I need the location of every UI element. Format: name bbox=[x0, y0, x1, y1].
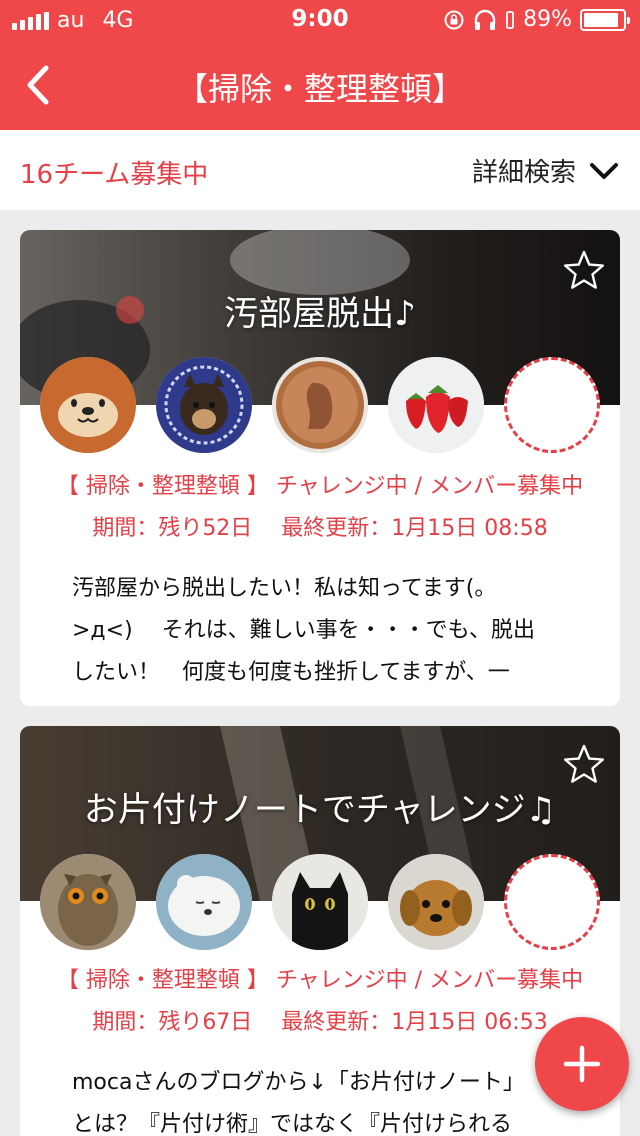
chevron-down-icon bbox=[590, 162, 618, 179]
description-line: >д<) それは、難しい事を・・・でも、脱出 bbox=[72, 618, 535, 643]
black-cat-avatar-image bbox=[272, 854, 368, 950]
plus-icon bbox=[563, 1045, 601, 1083]
description-line: 汚部屋から脱出したい！私は知ってます(。 bbox=[72, 576, 497, 601]
battery-icon bbox=[580, 8, 630, 31]
navigation-bar: 【掃除・整理整頓】 bbox=[0, 40, 640, 130]
card-title: お片付けノートでチャレンジ♫ bbox=[83, 790, 557, 830]
filter-bar: 16チーム募集中 詳細検索 bbox=[0, 130, 640, 210]
battery-charging-indicator-icon bbox=[506, 10, 514, 29]
team-count-label: 16チーム募集中 bbox=[20, 160, 209, 190]
puppy-plush-avatar-image bbox=[388, 854, 484, 950]
member-avatar-penny[interactable] bbox=[272, 357, 368, 453]
shiba-dog-avatar-image bbox=[156, 357, 252, 453]
rotation-lock-icon bbox=[444, 10, 464, 29]
card-category: 【 掃除・整理整頓 】 bbox=[56, 474, 269, 499]
member-avatars bbox=[20, 357, 620, 453]
star-outline-icon bbox=[564, 744, 604, 783]
member-avatar-black-cat[interactable] bbox=[272, 854, 368, 950]
member-avatar-polar-bear[interactable] bbox=[156, 854, 252, 950]
detail-search-button[interactable]: 詳細検索 bbox=[472, 152, 620, 189]
card-period: 期間：残り67日 最終更新：1月15日 06:53 bbox=[92, 1010, 548, 1035]
owl-avatar-image bbox=[40, 854, 136, 950]
description-line: mocaさんのブログから↓「お片付けノート」 bbox=[72, 1070, 525, 1095]
status-bar-right: 89% bbox=[443, 7, 630, 32]
polar-bear-plush-avatar-image bbox=[156, 854, 252, 950]
card-category-status: 【 掃除・整理整頓 】 チャレンジ中 / メンバー募集中 bbox=[20, 962, 620, 994]
card-description: mocaさんのブログから↓「お片付けノート」 とは？『片付け術』ではなく『片付け… bbox=[20, 1062, 577, 1136]
strawberries-avatar-image bbox=[388, 357, 484, 453]
page-title: 【掃除・整理整頓】 bbox=[175, 70, 464, 108]
card-status: チャレンジ中 / メンバー募集中 bbox=[275, 474, 584, 499]
card-status: チャレンジ中 / メンバー募集中 bbox=[275, 968, 584, 993]
detail-search-label: 詳細検索 bbox=[471, 158, 576, 188]
card-category: 【 掃除・整理整頓 】 bbox=[56, 968, 269, 993]
battery-percent: 89% bbox=[523, 7, 572, 32]
favorite-button[interactable] bbox=[562, 248, 606, 292]
status-bar: au 4G 9:00 89% bbox=[0, 0, 640, 40]
empty-member-slot[interactable] bbox=[504, 357, 600, 453]
favorite-button[interactable] bbox=[562, 742, 606, 786]
otter-avatar-image bbox=[40, 357, 136, 453]
star-outline-icon bbox=[564, 250, 604, 289]
headphones-icon bbox=[474, 9, 496, 30]
card-title: 汚部屋脱出♪ bbox=[224, 294, 416, 334]
team-card[interactable]: 汚部屋脱出♪ 【 掃除・整理整頓 】 チャレンジ中 / メンバー募集中 期間：残… bbox=[20, 230, 620, 706]
description-line: とは？『片付け術』ではなく『片付けられる bbox=[72, 1112, 513, 1136]
card-category-status: 【 掃除・整理整頓 】 チャレンジ中 / メンバー募集中 bbox=[20, 468, 620, 500]
member-avatar-shiba[interactable] bbox=[156, 357, 252, 453]
team-card[interactable]: お片付けノートでチャレンジ♫ 【 掃除・整理整頓 】 チャレンジ中 / メンバー… bbox=[20, 726, 620, 1136]
member-avatar-puppy-plush[interactable] bbox=[388, 854, 484, 950]
battery-fill bbox=[584, 12, 618, 27]
penny-coin-avatar-image bbox=[272, 357, 368, 453]
member-avatar-strawberries[interactable] bbox=[388, 357, 484, 453]
card-description: 汚部屋から脱出したい！私は知ってます(。 >д<) それは、難しい事を・・・でも… bbox=[20, 568, 587, 694]
empty-member-slot[interactable] bbox=[504, 854, 600, 950]
member-avatars bbox=[20, 854, 620, 950]
card-period: 期間：残り52日 最終更新：1月15日 08:58 bbox=[92, 516, 548, 541]
member-avatar-otter[interactable] bbox=[40, 357, 136, 453]
description-line: したい！ 何度も何度も挫折してますが、一 bbox=[72, 660, 510, 685]
member-avatar-owl[interactable] bbox=[40, 854, 136, 950]
create-team-button[interactable] bbox=[535, 1017, 629, 1111]
